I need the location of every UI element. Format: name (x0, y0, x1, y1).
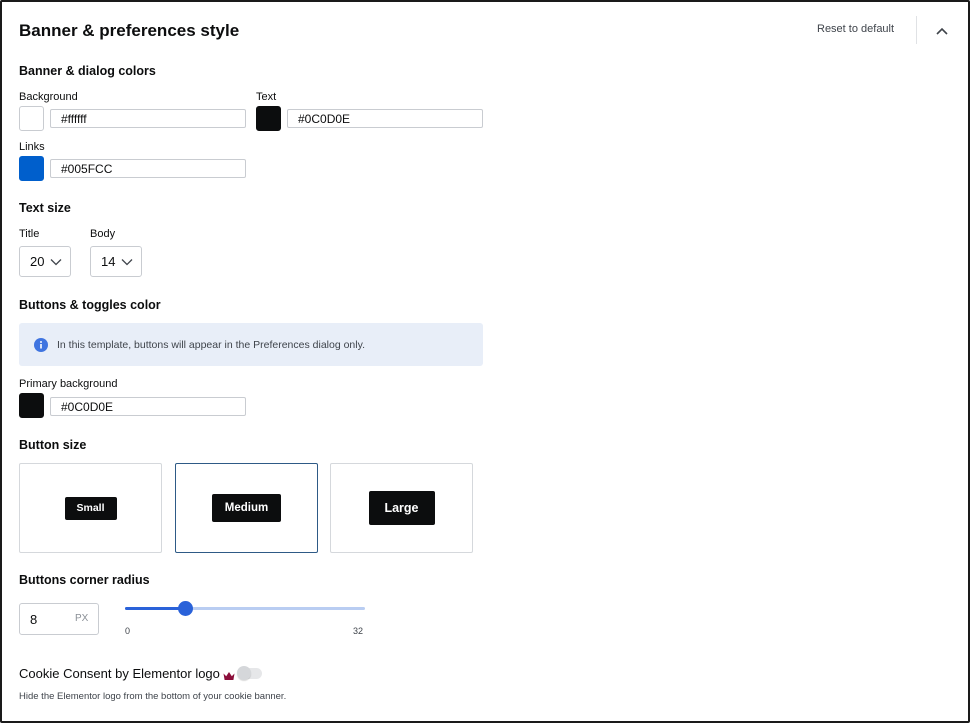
button-size-small-option[interactable]: Small (19, 463, 162, 553)
info-text: In this template, buttons will appear in… (57, 338, 365, 351)
colors-heading: Banner & dialog colors (19, 64, 156, 78)
slider-max-label: 32 (353, 626, 364, 636)
medium-button-preview: Medium (212, 494, 281, 522)
corner-radius-unit: PX (75, 613, 89, 624)
text-size-heading: Text size (19, 201, 71, 215)
body-size-value: 14 (101, 254, 116, 269)
corner-radius-slider-thumb[interactable] (177, 601, 193, 616)
primary-background-label: Primary background (19, 378, 118, 390)
chevron-down-icon (122, 258, 133, 265)
text-color-swatch[interactable] (256, 106, 281, 131)
title-size-select[interactable]: 20 (19, 246, 71, 277)
reset-to-default-button[interactable]: Reset to default (817, 23, 894, 35)
info-notice: In this template, buttons will appear in… (19, 323, 483, 366)
slider-min-label: 0 (125, 626, 131, 636)
elementor-logo-hint: Hide the Elementor logo from the bottom … (19, 691, 287, 702)
buttons-color-heading: Buttons & toggles color (19, 298, 161, 312)
background-color-swatch[interactable] (19, 106, 44, 131)
corner-radius-slider-fill (125, 607, 185, 610)
body-size-label: Body (90, 228, 116, 240)
small-button-preview: Small (64, 496, 117, 520)
header-divider (916, 16, 917, 44)
large-button-preview: Large (368, 491, 435, 525)
corner-radius-input[interactable]: 8 PX (19, 603, 99, 635)
background-hex-input[interactable]: #ffffff (50, 109, 246, 128)
background-label: Background (19, 91, 78, 103)
title-size-label: Title (19, 228, 40, 240)
panel-title: Banner & preferences style (19, 21, 240, 40)
crown-icon (223, 668, 235, 686)
text-color-label: Text (256, 91, 277, 103)
corner-radius-heading: Buttons corner radius (19, 573, 150, 587)
button-size-medium-option[interactable]: Medium (175, 463, 318, 553)
chevron-down-icon (51, 258, 62, 265)
primary-color-swatch[interactable] (19, 393, 44, 418)
info-icon (34, 337, 48, 352)
body-size-select[interactable]: 14 (90, 246, 142, 277)
button-size-large-option[interactable]: Large (330, 463, 473, 553)
corner-radius-slider-track[interactable] (125, 607, 365, 610)
text-hex-input[interactable]: #0C0D0E (287, 109, 483, 128)
elementor-logo-label: Cookie Consent by Elementor logo (19, 666, 220, 681)
primary-hex-input[interactable]: #0C0D0E (50, 397, 246, 416)
chevron-up-icon[interactable] (932, 22, 952, 40)
title-size-value: 20 (30, 254, 45, 269)
links-label: Links (19, 141, 45, 153)
elementor-logo-toggle[interactable] (237, 666, 262, 680)
toggle-knob (237, 666, 251, 680)
style-panel: Banner & preferences style Reset to defa… (0, 0, 970, 723)
links-color-swatch[interactable] (19, 156, 44, 181)
button-size-heading: Button size (19, 438, 87, 452)
links-hex-input[interactable]: #005FCC (50, 159, 246, 178)
corner-radius-value: 8 (30, 612, 38, 627)
